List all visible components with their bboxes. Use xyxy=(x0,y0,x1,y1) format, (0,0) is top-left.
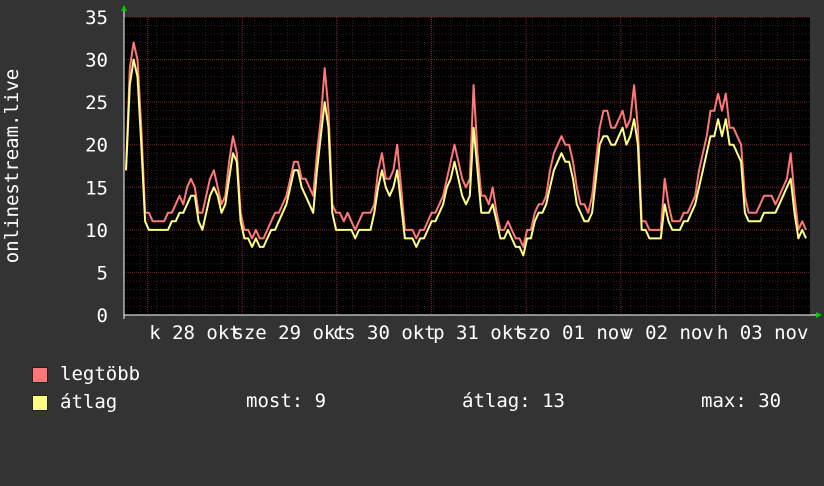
y-tick-label: 20 xyxy=(85,135,108,157)
legend-label-avg: átlag xyxy=(60,391,118,413)
plot-background xyxy=(124,17,810,315)
x-tick-label: k 28 okt xyxy=(149,322,241,344)
legend-avg: átlag xyxy=(32,390,117,486)
stat-now: most: 9 xyxy=(246,390,327,412)
x-tick-label: szo 01 nov xyxy=(516,322,630,344)
y-axis-label: onlinestream.live xyxy=(1,69,23,263)
y-tick-label: 30 xyxy=(85,50,108,72)
legend-swatch-avg xyxy=(32,395,48,411)
y-tick-label: 25 xyxy=(85,92,108,114)
y-tick-label: 35 xyxy=(85,7,108,29)
chart-svg: 0 5 10 15 20 25 30 35 k 28 oktsze 29 oktcs 30 ok… xyxy=(1,5,822,344)
x-tick-label: sze 29 okt xyxy=(232,322,346,344)
chart-root: 0 5 10 15 20 25 30 35 k 28 okt sze 29 okt cs 30 ok… xyxy=(0,0,824,430)
y-tick-label: 15 xyxy=(85,177,108,199)
x-tick-label: cs 30 okt xyxy=(333,322,436,344)
y-tick-label: 10 xyxy=(85,220,108,242)
x-tick-label: v 02 nov xyxy=(622,322,714,344)
y-tick-label: 0 xyxy=(97,305,108,327)
x-tick-label: p 31 okt xyxy=(433,322,525,344)
y-axis-arrow xyxy=(121,5,127,11)
x-tick-label: h 03 nov xyxy=(717,322,809,344)
x-axis-arrow xyxy=(816,312,822,318)
legend-label-max: legtöbb xyxy=(60,363,141,385)
stat-avg: átlag: 13 xyxy=(462,390,565,412)
legend-swatch-max xyxy=(32,367,48,383)
y-tick-label: 5 xyxy=(97,262,108,284)
stat-max: max: 30 xyxy=(701,390,782,412)
